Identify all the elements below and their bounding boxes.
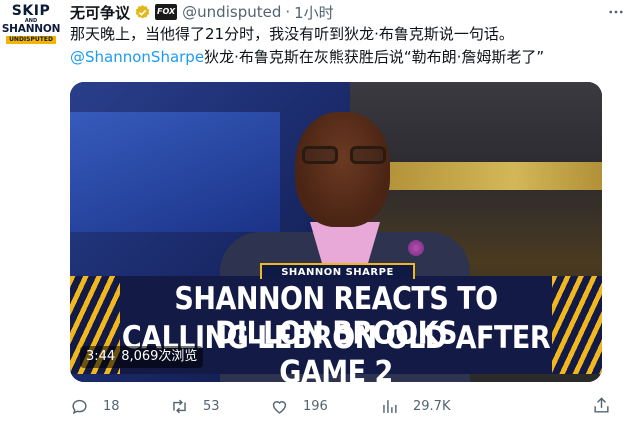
video-views: 8,069次浏览 bbox=[121, 349, 198, 364]
tweet[interactable]: SKIP AND SHANNON UNDISPUTED 无可争议 FOX @un… bbox=[0, 0, 640, 433]
mention-link[interactable]: @ShannonSharpe bbox=[70, 48, 204, 66]
views-icon bbox=[383, 399, 397, 413]
tweet-text-rest: 狄龙·布鲁克斯在灰熊获胜后说“勒布朗·詹姆斯老了” bbox=[204, 48, 545, 66]
display-name[interactable]: 无可争议 bbox=[70, 2, 130, 23]
user-handle[interactable]: @undisputed bbox=[182, 3, 281, 21]
fox-affiliate-icon[interactable]: FOX bbox=[155, 4, 178, 20]
share-icon bbox=[594, 397, 609, 413]
reply-button[interactable]: 18 bbox=[70, 397, 170, 416]
avatar[interactable]: SKIP AND SHANNON UNDISPUTED bbox=[2, 3, 60, 50]
reply-icon bbox=[72, 399, 87, 414]
reply-count: 18 bbox=[103, 398, 120, 414]
nameplate: SHANNON SHARPE bbox=[260, 263, 415, 279]
heart-icon bbox=[272, 400, 287, 414]
separator-dot: · bbox=[285, 3, 291, 21]
verified-badge-icon bbox=[135, 4, 150, 19]
person-glasses bbox=[302, 146, 386, 166]
more-icon[interactable] bbox=[606, 2, 626, 22]
share-button[interactable] bbox=[592, 396, 612, 416]
avatar-skip-text: SKIP bbox=[11, 3, 51, 19]
tweet-text-line2: @ShannonSharpe狄龙·布鲁克斯在灰熊获胜后说“勒布朗·詹姆斯老了” bbox=[70, 46, 610, 68]
like-button[interactable]: 196 bbox=[270, 397, 380, 416]
views-button[interactable]: 29.7K bbox=[380, 397, 500, 416]
retweet-icon bbox=[173, 399, 186, 413]
avatar-badge: UNDISPUTED bbox=[6, 36, 56, 44]
person-head bbox=[295, 112, 390, 227]
action-bar: 18 53 196 29.7K bbox=[70, 394, 540, 418]
lower-third-stripes-right bbox=[552, 276, 602, 374]
studio-light bbox=[380, 162, 602, 190]
retweet-count: 53 bbox=[203, 398, 220, 414]
tweet-text-line1: 那天晚上，当他得了21分时，我没有听到狄龙·布鲁克斯说一句话。 bbox=[70, 25, 514, 43]
video-duration: 3:44 bbox=[86, 349, 116, 364]
video-info-badge: 3:44 8,069次浏览 bbox=[80, 346, 204, 368]
lapel-flower bbox=[408, 240, 424, 256]
views-count: 29.7K bbox=[413, 398, 451, 414]
studio-screen bbox=[70, 112, 280, 232]
timestamp[interactable]: 1小时 bbox=[294, 2, 334, 23]
tweet-header: 无可争议 FOX @undisputed · 1小时 bbox=[70, 2, 334, 22]
video-thumbnail[interactable]: SHANNON SHARPE SHANNON REACTS TO DILLON … bbox=[70, 82, 602, 382]
avatar-shannon-text: SHANNON bbox=[1, 23, 61, 35]
retweet-button[interactable]: 53 bbox=[170, 397, 270, 416]
like-count: 196 bbox=[303, 398, 328, 414]
